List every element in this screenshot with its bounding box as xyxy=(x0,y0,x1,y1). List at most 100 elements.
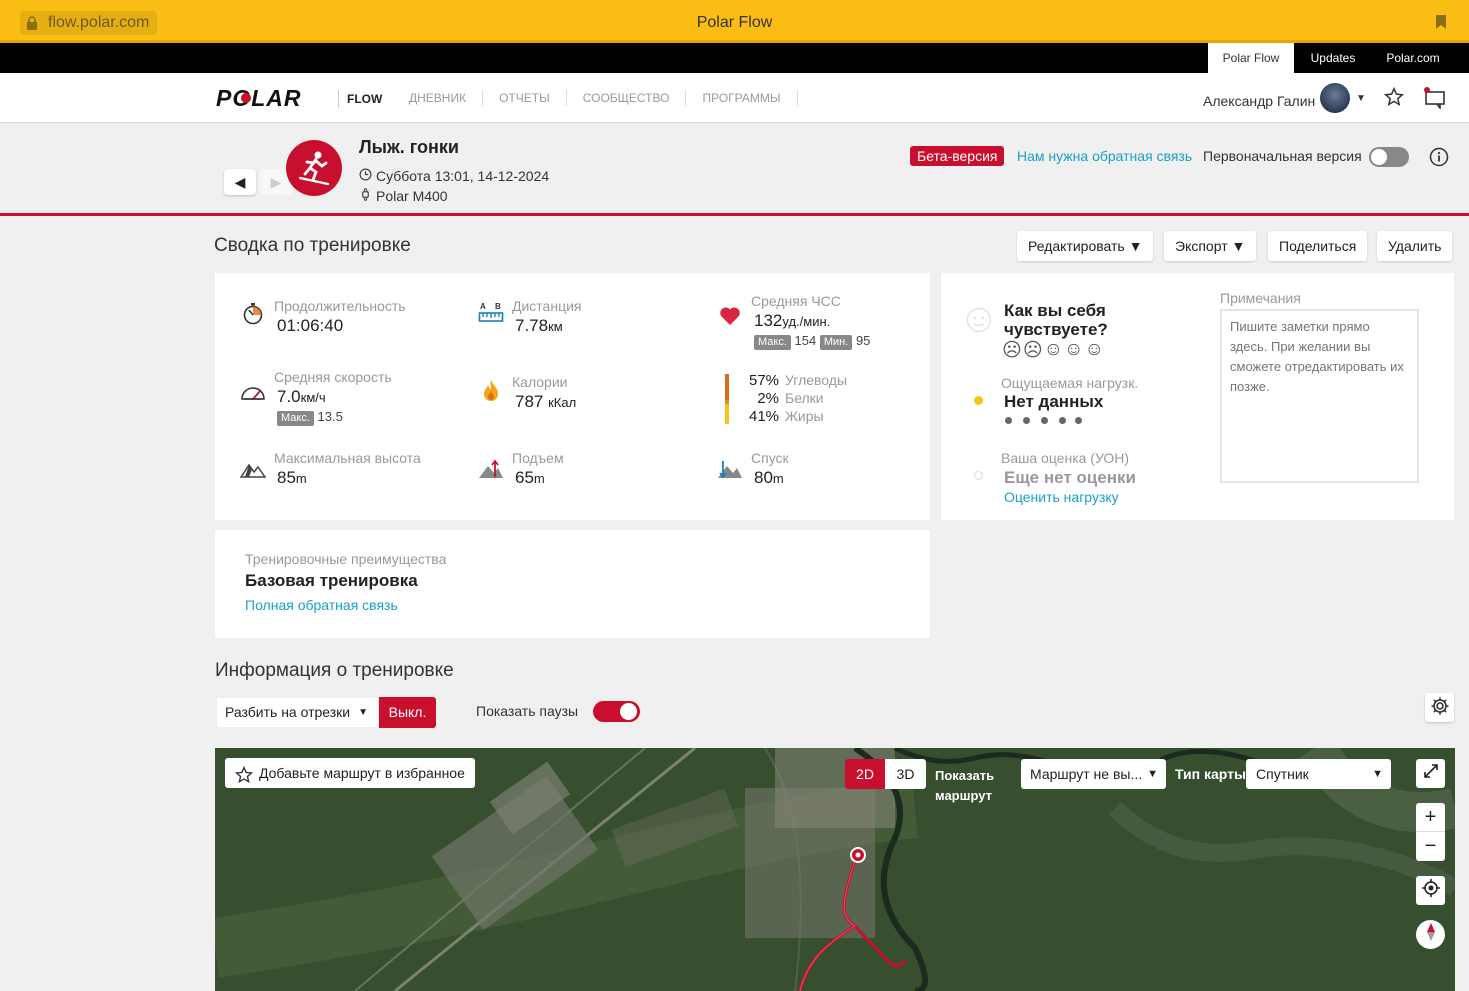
mountain-icon xyxy=(240,456,266,482)
macro-carbs: 57% Углеводы xyxy=(749,372,847,389)
session-title: Лыж. гонки xyxy=(359,137,459,157)
fat-bar xyxy=(725,404,729,424)
original-version-toggle[interactable] xyxy=(1369,147,1409,167)
expand-icon xyxy=(1423,762,1439,785)
ascent-icon xyxy=(478,456,504,482)
hr-min: 95 xyxy=(855,333,871,348)
fat-pct: 41% xyxy=(749,408,780,425)
distance-label: Дистанция xyxy=(512,298,582,314)
summary-title: Сводка по тренировке xyxy=(214,235,411,256)
face-very-good-icon[interactable]: ☺ xyxy=(1084,339,1103,362)
export-button[interactable]: Экспорт ▼ xyxy=(1164,231,1257,261)
load-dot-5[interactable] xyxy=(1075,417,1082,424)
edit-button[interactable]: Редактировать ▼ xyxy=(1017,231,1154,261)
rpe-value: Еще нет оценки xyxy=(1004,468,1136,487)
add-favorite-route-button[interactable]: Добавьте маршрут в избранное xyxy=(225,758,475,788)
tab-polar-flow[interactable]: Polar Flow xyxy=(1208,43,1294,73)
view-3d-button[interactable]: 3D xyxy=(885,759,926,789)
star-icon[interactable] xyxy=(1383,86,1405,110)
original-version-label: Первоначальная версия xyxy=(1203,148,1362,164)
metric-macros: 57% Углеводы 2% Белки 41% Жиры xyxy=(725,372,925,428)
hr-max: 154 xyxy=(794,333,817,348)
rate-load-link[interactable]: Оценить нагрузку xyxy=(1004,489,1119,505)
speed-max: Макс. 13.5 xyxy=(277,409,343,426)
main-nav: POLAR FLOW ДНЕВНИК ОТЧЕТЫ СООБЩЕСТВО ПРО… xyxy=(0,73,1469,123)
feeling-scale[interactable]: ☹ ☹ ☺ ☺ ☺ xyxy=(1002,339,1104,362)
site-switcher: Polar Flow Updates Polar.com xyxy=(0,43,1469,73)
map-type-select[interactable]: Спутник ▼ xyxy=(1246,759,1391,789)
empty-dot-icon xyxy=(974,471,983,480)
chevron-down-icon: ▼ xyxy=(1372,768,1383,780)
speed-max-value: 13.5 xyxy=(317,409,343,424)
locate-button[interactable] xyxy=(1416,876,1445,905)
nav-community[interactable]: СООБЩЕСТВО xyxy=(567,90,687,106)
avatar[interactable] xyxy=(1320,83,1350,113)
user-name[interactable]: Александр Галин xyxy=(1203,93,1315,109)
chevron-down-icon[interactable]: ▼ xyxy=(1356,93,1366,104)
info-icon[interactable] xyxy=(1429,147,1449,170)
settings-button[interactable] xyxy=(1425,693,1454,722)
previous-session-button[interactable]: ◀ xyxy=(224,169,256,195)
compass-button[interactable] xyxy=(1416,920,1445,949)
add-favorite-label: Добавьте маршрут в избранное xyxy=(259,765,465,781)
calories-value: 787 кКал xyxy=(515,392,576,412)
tab-updates[interactable]: Updates xyxy=(1294,43,1372,73)
route-select[interactable]: Маршрут не вы... ▼ xyxy=(1021,759,1166,789)
duration-label: Продолжительность xyxy=(274,298,406,314)
max-altitude-label: Максимальная высота xyxy=(274,450,421,466)
training-benefit-card: Тренировочные преимущества Базовая трени… xyxy=(215,530,930,638)
macro-fat: 41% Жиры xyxy=(749,408,824,425)
feedback-link[interactable]: Нам нужна обратная связь xyxy=(1017,148,1192,164)
beta-badge: Бета-версия xyxy=(910,146,1005,166)
nav-reports[interactable]: ОТЧЕТЫ xyxy=(483,90,567,106)
speed-max-badge: Макс. xyxy=(277,411,314,426)
load-dot-2[interactable] xyxy=(1023,417,1030,424)
calories-unit: кКал xyxy=(548,395,577,410)
face-good-icon[interactable]: ☺ xyxy=(1064,339,1083,362)
benefit-label: Тренировочные преимущества xyxy=(245,551,447,567)
split-off-button[interactable]: Выкл. xyxy=(379,697,436,728)
distance-unit: км xyxy=(548,319,563,334)
watch-icon xyxy=(359,188,372,204)
delete-button[interactable]: Удалить xyxy=(1377,231,1453,261)
star-icon xyxy=(234,764,254,794)
fullscreen-button[interactable] xyxy=(1416,759,1445,788)
protein-name: Белки xyxy=(785,390,824,406)
share-button[interactable]: Поделиться xyxy=(1268,231,1368,261)
face-very-bad-icon[interactable]: ☹ xyxy=(1002,339,1022,362)
protein-pct: 2% xyxy=(757,390,779,407)
face-bad-icon[interactable]: ☹ xyxy=(1023,339,1043,362)
zoom-in-button[interactable]: + xyxy=(1416,803,1445,832)
polar-logo[interactable]: POLAR xyxy=(216,85,328,112)
avg-speed-number: 7.0 xyxy=(277,387,301,406)
avg-hr-label: Средняя ЧСС xyxy=(751,293,841,309)
perceived-load-label: Ощущаемая нагрузк. xyxy=(1001,375,1139,391)
ascent-value: 65m xyxy=(515,468,545,488)
split-select[interactable]: Разбить на отрезки ▼ xyxy=(216,697,379,728)
ascent-unit: m xyxy=(533,471,545,486)
zoom-out-button[interactable]: − xyxy=(1416,832,1445,861)
message-icon[interactable] xyxy=(1423,87,1447,112)
show-pauses-toggle[interactable] xyxy=(593,701,640,722)
load-dot-4[interactable] xyxy=(1059,417,1066,424)
face-neutral-icon[interactable]: ☺ xyxy=(1044,339,1063,362)
load-dot-1[interactable] xyxy=(1005,417,1012,424)
duration-value: 01:06:40 xyxy=(277,316,344,335)
clock-icon xyxy=(359,168,372,184)
stopwatch-icon xyxy=(240,300,266,326)
benefit-value: Базовая тренировка xyxy=(245,571,418,590)
notes-field[interactable] xyxy=(1220,309,1419,483)
info-title: Информация о тренировке xyxy=(215,660,454,681)
route-map[interactable]: Добавьте маршрут в избранное 2D 3D Показ… xyxy=(215,748,1455,991)
full-feedback-link[interactable]: Полная обратная связь xyxy=(245,597,398,613)
nav-diary[interactable]: ДНЕВНИК xyxy=(393,90,484,106)
session-header: ◀ ▶ Лыж. гонки Суббота 13:01, 14-12-2024… xyxy=(0,123,1469,216)
tab-polar-com[interactable]: Polar.com xyxy=(1372,43,1454,73)
load-dot-3[interactable] xyxy=(1041,417,1048,424)
split-select-label: Разбить на отрезки xyxy=(225,704,351,720)
view-2d-button[interactable]: 2D xyxy=(845,759,885,789)
bookmark-icon[interactable] xyxy=(1435,14,1447,33)
nav-programs[interactable]: ПРОГРАММЫ xyxy=(686,90,798,106)
max-badge: Макс. xyxy=(754,335,791,350)
map-type-label: Тип карты xyxy=(1175,766,1246,782)
